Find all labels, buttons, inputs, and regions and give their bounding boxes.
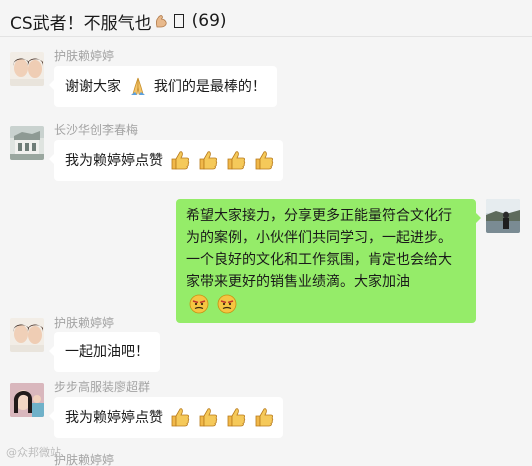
message-bubble[interactable]: 一起加油吧！ xyxy=(49,332,160,372)
pray-emoji-icon xyxy=(131,77,146,95)
thumbs-up-icon xyxy=(200,408,218,427)
thumbs-up-icon xyxy=(256,408,274,427)
flexed-biceps-icon xyxy=(155,15,167,28)
message-text: 谢谢大家 xyxy=(65,79,121,95)
message-text-continued: 我们的是最棒的！ xyxy=(153,79,266,95)
thumbs-up-icon xyxy=(172,151,190,170)
avatar[interactable] xyxy=(10,318,44,352)
message-text: 一起加油吧！ xyxy=(65,344,149,360)
determined-face-icon xyxy=(217,294,237,314)
member-count: (69) xyxy=(191,11,227,31)
avatar-image xyxy=(10,52,44,86)
message-bubble[interactable]: 我为赖婷婷点赞 xyxy=(48,397,284,438)
avatar[interactable] xyxy=(10,383,44,417)
sender-name: 长沙华创李春梅 xyxy=(54,123,139,137)
avatar-image xyxy=(10,383,44,417)
chat-header: CS武者！不服气也 (69) xyxy=(0,0,532,37)
message-bubble[interactable]: 谢谢大家 我们的是最棒的！ xyxy=(49,66,277,107)
message-bubble[interactable]: 希望大家接力，分享更多正能量符合文化行为的案例，小伙伴们共同学习，一起进步。一个… xyxy=(176,199,481,323)
message-bubble[interactable]: 我为赖婷婷点赞 xyxy=(48,140,284,181)
thumbs-up-icon xyxy=(256,151,274,170)
message-text: 我为赖婷婷点赞 xyxy=(65,153,163,169)
avatar[interactable] xyxy=(10,52,44,86)
watermark: @众邦微站 xyxy=(6,446,61,459)
avatar[interactable] xyxy=(10,126,44,160)
avatar[interactable] xyxy=(486,199,520,233)
message-text: 希望大家接力，分享更多正能量符合文化行为的案例，小伙伴们共同学习，一起进步。一个… xyxy=(186,208,452,290)
thumbs-up-icon xyxy=(228,151,246,170)
sender-name: 步步高服装廖超群 xyxy=(54,380,151,394)
avatar-image xyxy=(10,318,44,352)
sender-name: 护肤赖婷婷 xyxy=(54,49,115,63)
determined-face-icon xyxy=(189,294,209,314)
message-text: 我为赖婷婷点赞 xyxy=(65,410,163,426)
thumbs-up-icon xyxy=(200,151,218,170)
thumbs-up-icon xyxy=(172,408,190,427)
avatar-image xyxy=(10,126,44,160)
thumbs-up-icon xyxy=(228,408,246,427)
sender-name: 护肤赖婷婷 xyxy=(54,316,115,330)
sender-name: 护肤赖婷婷 xyxy=(54,453,115,466)
missing-glyph-icon xyxy=(173,14,184,28)
avatar-image xyxy=(486,199,520,233)
chat-title[interactable]: CS武者！不服气也 xyxy=(10,9,152,34)
